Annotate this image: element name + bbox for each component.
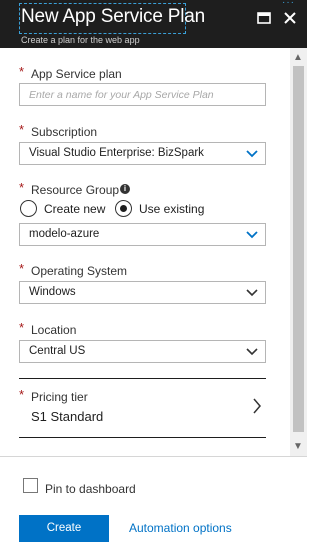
required-marker: *: [19, 387, 25, 402]
divider: [19, 437, 266, 438]
info-icon[interactable]: i: [120, 184, 130, 194]
scroll-up-icon[interactable]: ▲: [293, 52, 303, 63]
operating-system-label: Operating System: [31, 264, 128, 278]
page-title: New App Service Plan: [21, 6, 205, 27]
pricing-tier-label: Pricing tier: [31, 390, 88, 404]
footer-separator: [0, 456, 307, 457]
maximize-icon[interactable]: [256, 10, 272, 26]
operating-system-select[interactable]: Windows: [19, 281, 266, 304]
required-marker: *: [19, 122, 25, 137]
required-marker: *: [19, 261, 25, 276]
scroll-down-icon[interactable]: ▼: [293, 441, 303, 452]
use-existing-label: Use existing: [139, 202, 205, 216]
pin-to-dashboard-checkbox[interactable]: [23, 478, 38, 493]
create-new-radio[interactable]: [20, 200, 37, 217]
create-button[interactable]: Create: [19, 515, 109, 542]
chevron-right-icon[interactable]: [252, 397, 262, 415]
subscription-select[interactable]: Visual Studio Enterprise: BizSpark: [19, 142, 266, 165]
resource-group-value: modelo-azure: [29, 228, 100, 240]
resource-group-select[interactable]: modelo-azure: [19, 223, 266, 246]
drag-handle-icon: ···: [282, 0, 295, 8]
close-icon[interactable]: [282, 10, 298, 26]
resource-group-label: Resource Group: [31, 183, 120, 197]
required-marker: *: [19, 180, 25, 195]
use-existing-radio[interactable]: [115, 200, 132, 217]
location-label: Location: [31, 323, 77, 337]
chevron-down-icon: [246, 231, 258, 239]
app-service-plan-input[interactable]: Enter a name for your App Service Plan: [19, 83, 266, 106]
app-service-plan-label: App Service plan: [31, 67, 122, 81]
pin-to-dashboard-label[interactable]: Pin to dashboard: [45, 482, 136, 496]
chevron-down-icon: [246, 150, 258, 158]
page-subtitle: Create a plan for the web app: [21, 35, 140, 45]
chevron-down-icon: [246, 348, 258, 356]
operating-system-value: Windows: [29, 286, 76, 298]
radio-selected-dot: [119, 204, 127, 212]
required-marker: *: [19, 64, 25, 79]
divider: [19, 378, 266, 379]
pricing-tier-value[interactable]: S1 Standard: [31, 409, 103, 424]
chevron-down-icon: [246, 289, 258, 297]
scrollbar-thumb[interactable]: [293, 66, 304, 432]
location-select[interactable]: Central US: [19, 340, 266, 363]
create-new-label: Create new: [44, 202, 106, 216]
location-value: Central US: [29, 345, 86, 357]
subscription-label: Subscription: [31, 125, 98, 139]
automation-options-link[interactable]: Automation options: [129, 521, 232, 535]
required-marker: *: [19, 320, 25, 335]
subscription-value: Visual Studio Enterprise: BizSpark: [29, 147, 204, 159]
